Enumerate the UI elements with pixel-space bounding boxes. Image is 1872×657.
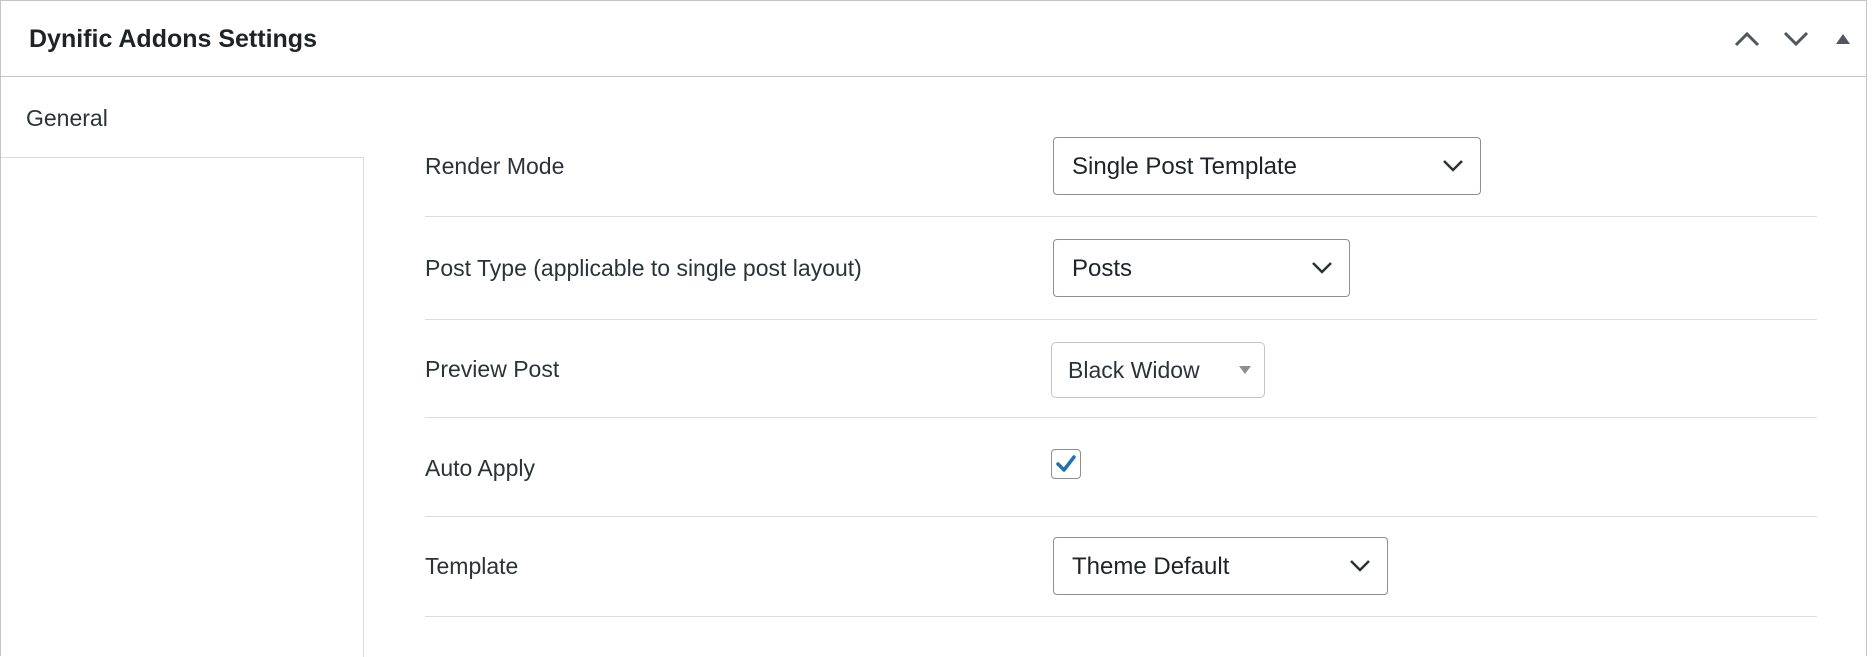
row-auto-apply: Auto Apply xyxy=(425,418,1817,517)
row-render-mode: Render Mode Single Post Template xyxy=(425,121,1817,217)
template-label: Template xyxy=(425,553,519,579)
toggle-panel-button[interactable] xyxy=(1823,19,1863,59)
move-down-button[interactable] xyxy=(1776,19,1816,59)
row-template: Template Theme Default xyxy=(425,517,1817,617)
post-type-value: Posts xyxy=(1072,255,1133,282)
metabox-header: Dynific Addons Settings xyxy=(1,1,1866,77)
chevron-down-icon xyxy=(1443,160,1463,172)
chevron-down-icon xyxy=(1312,262,1332,274)
render-mode-select[interactable]: Single Post Template xyxy=(1053,137,1481,195)
caret-down-icon xyxy=(1239,366,1251,374)
chevron-down-icon xyxy=(1350,560,1370,572)
auto-apply-label: Auto Apply xyxy=(425,455,535,481)
row-post-type: Post Type (applicable to single post lay… xyxy=(425,217,1817,320)
post-type-label: Post Type (applicable to single post lay… xyxy=(425,255,862,281)
metabox-title: Dynific Addons Settings xyxy=(29,25,317,53)
preview-post-select[interactable]: Black Widow xyxy=(1051,342,1265,398)
preview-post-label: Preview Post xyxy=(425,356,560,382)
settings-metabox: Dynific Addons Settings General Render M… xyxy=(0,0,1867,657)
move-up-button[interactable] xyxy=(1727,19,1767,59)
tab-general-label: General xyxy=(26,105,108,131)
checkmark-icon xyxy=(1056,455,1076,472)
auto-apply-checkbox[interactable] xyxy=(1051,449,1081,479)
preview-post-value: Black Widow xyxy=(1068,357,1200,383)
triangle-up-icon xyxy=(1836,34,1850,44)
row-preview-post: Preview Post Black Widow xyxy=(425,320,1817,418)
template-select[interactable]: Theme Default xyxy=(1053,537,1388,595)
chevron-up-icon xyxy=(1734,31,1760,47)
render-mode-value: Single Post Template xyxy=(1072,153,1298,180)
post-type-select[interactable]: Posts xyxy=(1053,239,1350,297)
template-value: Theme Default xyxy=(1072,553,1230,580)
render-mode-label: Render Mode xyxy=(425,153,565,179)
settings-tabs: General xyxy=(1,77,364,657)
tab-general[interactable]: General xyxy=(1,77,364,157)
chevron-down-icon xyxy=(1783,31,1809,47)
tabs-panel-filler xyxy=(1,157,364,657)
